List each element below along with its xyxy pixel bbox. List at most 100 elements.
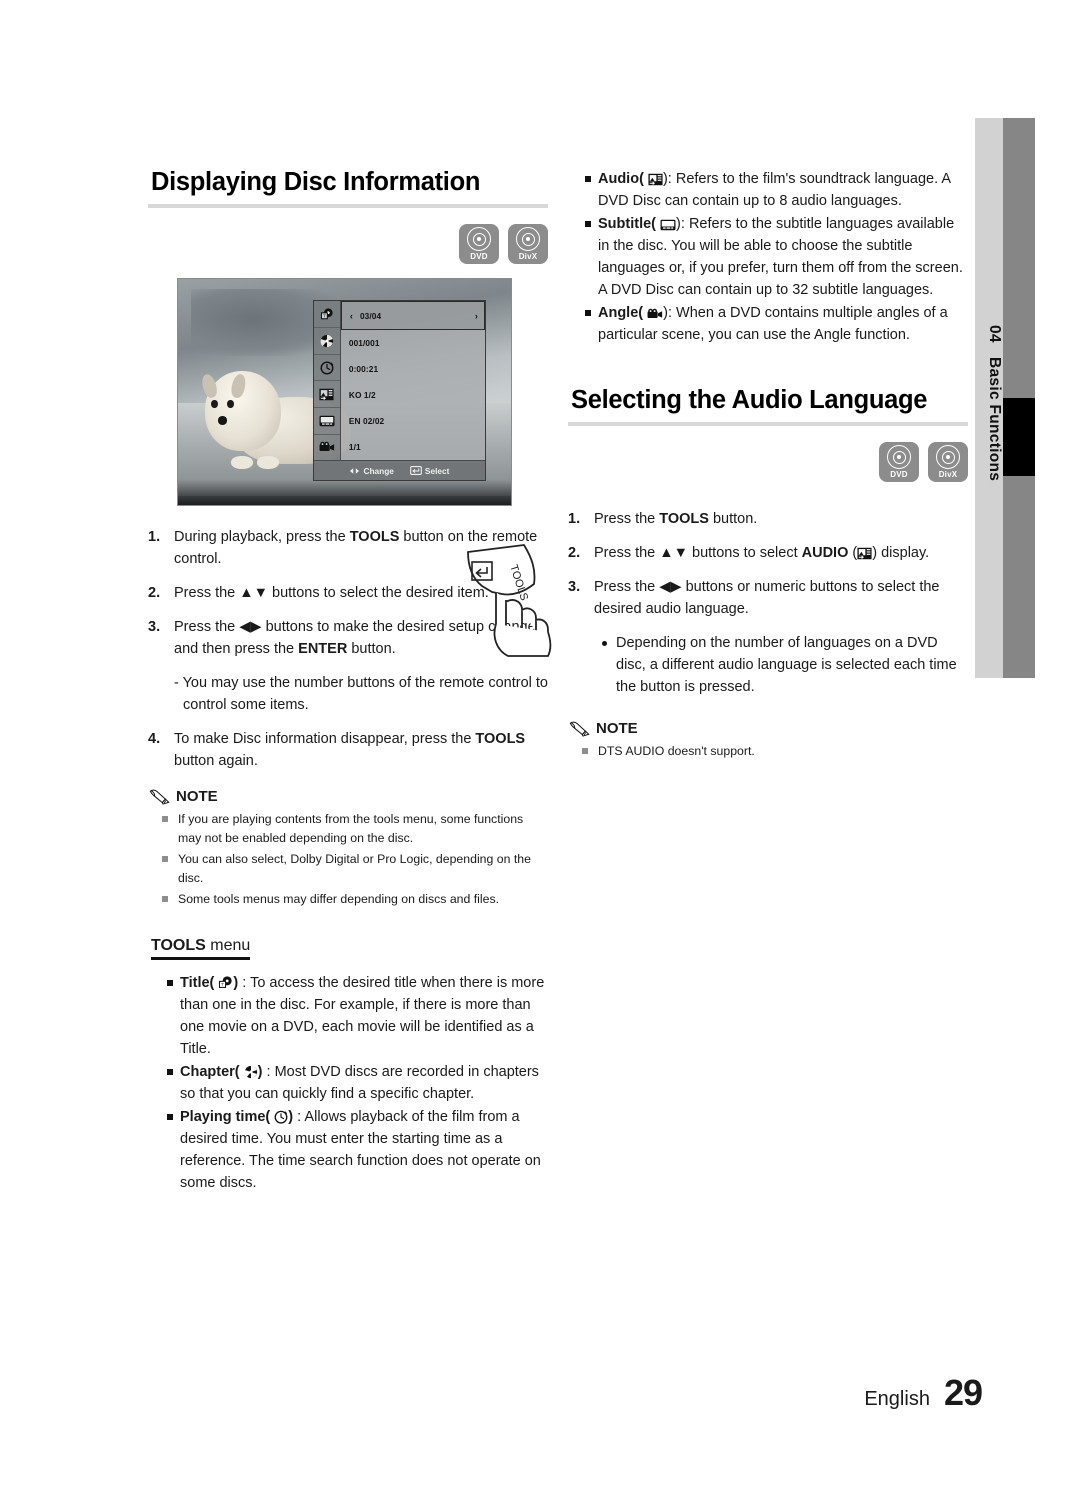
osd-row-time[interactable]: 0:00:21: [341, 356, 485, 382]
audio-icon[interactable]: [313, 381, 340, 409]
osd-value: 03/04: [359, 310, 382, 321]
page-footer: English 29: [864, 1372, 983, 1414]
tools-item-playing-time: Playing time( ) : Allows playback of the…: [148, 1106, 548, 1194]
right-steps: 1. Press the TOOLS button. 2. Press the …: [568, 508, 968, 698]
tools-menu-heading-bold: TOOLS: [151, 937, 206, 954]
osd-change-hint: Change: [349, 466, 394, 476]
note-title: NOTE: [596, 720, 638, 737]
disc-info-screenshot: T ‹ 03/04 › 001/001 0:00:21 KO 1/2 EN 02…: [177, 278, 512, 506]
dot-note-item: Depending on the number of languages on …: [594, 632, 968, 698]
title-icon[interactable]: T: [313, 301, 340, 329]
svg-text:T: T: [323, 313, 326, 318]
chapter-icon: [244, 1064, 258, 1079]
step-text-bold: TOOLS: [475, 731, 526, 747]
tools-menu-items: Title( T ) : To access the desired title…: [148, 972, 548, 1194]
note-item: DTS AUDIO doesn't support.: [568, 742, 968, 761]
step-text-part: button.: [708, 511, 758, 527]
step-text-part: (: [848, 545, 858, 561]
step-3-dotnote: Depending on the number of languages on …: [594, 632, 968, 698]
bullet-label: Angle: [598, 305, 639, 321]
note-item: Some tools menus may differ depending on…: [148, 890, 548, 909]
note-title: NOTE: [176, 788, 218, 805]
next-arrow-icon[interactable]: ›: [475, 311, 478, 321]
pencil-icon: [569, 721, 590, 737]
note-block-left: NOTE If you are playing contents from th…: [148, 788, 548, 909]
subtitle-icon[interactable]: [313, 408, 340, 435]
tools-item-label: Chapter: [180, 1064, 235, 1080]
tools-menu-heading: TOOLS menu: [151, 937, 251, 960]
footer-page-number: 29: [943, 1372, 983, 1413]
osd-row-title[interactable]: ‹ 03/04 ›: [340, 301, 486, 330]
tools-item-title: Title( T ) : To access the desired title…: [148, 972, 548, 1060]
step-text: Press the ▲▼ buttons to select the desir…: [174, 585, 489, 601]
step-text-bold: TOOLS: [349, 529, 400, 545]
step-number: 1.: [148, 529, 161, 545]
note-items-left: If you are playing contents from the too…: [148, 810, 548, 909]
note-header: NOTE: [148, 788, 548, 805]
osd-icon-column: T: [313, 301, 341, 461]
disc-icon: [936, 445, 960, 469]
title-rule: [148, 204, 548, 208]
manual-page: 04 Basic Functions Displaying Disc Infor…: [0, 0, 1080, 1486]
badge-divx: DivX: [508, 224, 548, 264]
tools-item-label: Title: [180, 975, 210, 991]
osd-row-angle[interactable]: 1/1: [341, 434, 485, 460]
footer-language: English: [864, 1388, 930, 1410]
step-text-bold: AUDIO: [801, 545, 849, 561]
step-number: 3.: [148, 619, 161, 635]
step-text-part: button.: [347, 641, 396, 657]
disc-badges-right: DVD DivX: [568, 442, 968, 482]
step-number: 2.: [568, 545, 581, 561]
step-number: 1.: [568, 511, 581, 527]
chapter-bar-marker: [1003, 398, 1035, 476]
osd-row-chapter[interactable]: 001/001: [341, 330, 485, 356]
bullet-label: Audio: [598, 171, 640, 187]
chapter-number: 04: [986, 324, 1003, 343]
osd-footer: Change Select: [313, 460, 486, 481]
clock-icon[interactable]: [313, 355, 340, 382]
page-title: Displaying Disc Information: [151, 168, 481, 196]
osd-row-audio[interactable]: KO 1/2: [341, 382, 485, 408]
note-header: NOTE: [568, 720, 968, 737]
badge-dvd: DVD: [459, 224, 499, 264]
osd-value-column: ‹ 03/04 › 001/001 0:00:21 KO 1/2 EN 02/0…: [340, 301, 486, 461]
angle-icon[interactable]: [314, 435, 340, 461]
step-text-part: During playback, press the: [174, 529, 350, 545]
badge-label: DivX: [518, 252, 538, 261]
hand-pressing-tools-button-illustration: TOOLS: [467, 544, 552, 657]
step-text: Press the ▲▼ buttons to select AUDIO () …: [594, 542, 929, 564]
chapter-tab-text: 04 Basic Functions: [975, 118, 1003, 678]
left-column: Displaying Disc Information DVD DivX T ‹…: [148, 168, 548, 1195]
left-right-arrow-icon: [350, 468, 360, 474]
step-number: 2.: [148, 585, 161, 601]
step-1: 1. Press the TOOLS button.: [568, 508, 968, 530]
badge-label: DVD: [470, 252, 488, 261]
title-icon: T: [218, 975, 233, 989]
step-text: To make Disc information disappear, pres…: [174, 728, 548, 772]
step-text-bold: TOOLS: [659, 511, 709, 527]
tools-item-label: Playing time: [180, 1109, 266, 1125]
step-text-part: To make Disc information disappear, pres…: [174, 731, 476, 747]
audio-icon: [857, 545, 872, 560]
badge-label: DivX: [938, 470, 958, 479]
osd-row-subtitle[interactable]: EN 02/02: [341, 408, 485, 434]
step-text-part: button again.: [174, 753, 258, 769]
disc-icon: [467, 227, 491, 251]
step-3: 3. Press the ◀▶ buttons or numeric butto…: [568, 576, 968, 620]
step-text-part: Press the: [594, 511, 660, 527]
chapter-label: Basic Functions: [986, 356, 1003, 482]
step-3-subnote: - You may use the number buttons of the …: [174, 675, 548, 713]
step-number: 4.: [148, 731, 161, 747]
angle-icon: [647, 305, 663, 318]
section-title-audio-language: Selecting the Audio Language: [571, 386, 928, 414]
svg-text:T: T: [222, 982, 225, 987]
step-4: 4. To make Disc information disappear, p…: [148, 728, 548, 772]
chapter-icon[interactable]: [313, 328, 340, 355]
osd-select-hint: Select: [410, 466, 449, 476]
badge-label: DVD: [890, 470, 908, 479]
subtitle-icon: [660, 216, 676, 231]
enter-key-icon: [410, 466, 422, 476]
badge-dvd: DVD: [879, 442, 919, 482]
step-number: 3.: [568, 579, 581, 595]
tools-item-chapter: Chapter( ) : Most DVD discs are recorded…: [148, 1061, 548, 1105]
